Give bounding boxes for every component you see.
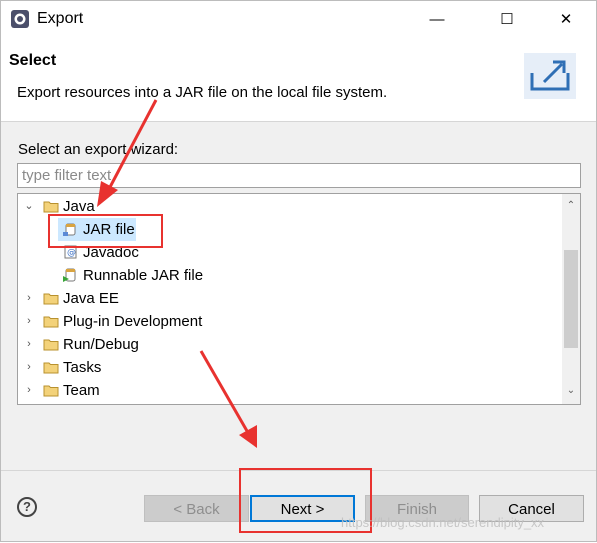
page-description: Export resources into a JAR file on the … bbox=[17, 84, 388, 101]
tree-item-team[interactable]: › Team bbox=[18, 379, 562, 402]
tree-item-java[interactable]: ⌄ Java bbox=[18, 195, 562, 218]
minimize-button[interactable]: — bbox=[414, 1, 460, 39]
chevron-right-icon[interactable]: › bbox=[23, 310, 35, 333]
folder-icon bbox=[43, 316, 59, 328]
eclipse-app-icon bbox=[11, 10, 29, 28]
scroll-up-arrow-icon[interactable]: ⌃ bbox=[562, 197, 580, 215]
window-title: Export bbox=[37, 10, 84, 27]
tree-item-label: Plug-in Development bbox=[63, 313, 203, 330]
folder-icon bbox=[43, 339, 59, 351]
tree-item-label: Team bbox=[63, 382, 100, 399]
page-title: Select bbox=[9, 52, 57, 69]
tree-item-label: JAR file bbox=[83, 221, 135, 238]
tree-item-label: Java bbox=[63, 198, 95, 215]
maximize-button[interactable]: ☐ bbox=[484, 1, 530, 39]
folder-icon bbox=[43, 362, 59, 374]
wizard-header: Select Export resources into a JAR file … bbox=[1, 39, 596, 122]
tree-item-label: Java EE bbox=[63, 290, 119, 307]
tree-item-jar-file[interactable]: JAR file bbox=[58, 218, 136, 241]
scrollbar-thumb[interactable] bbox=[564, 250, 578, 348]
chevron-right-icon[interactable]: › bbox=[23, 287, 35, 310]
folder-icon bbox=[43, 385, 59, 397]
filter-input[interactable] bbox=[17, 163, 581, 188]
tree-item-plug-in-development[interactable]: › Plug-in Development bbox=[18, 310, 562, 333]
annotation-arrowhead bbox=[239, 425, 257, 448]
folder-icon bbox=[43, 293, 59, 305]
chevron-right-icon[interactable]: › bbox=[23, 379, 35, 402]
chevron-down-icon[interactable]: ⌄ bbox=[23, 195, 35, 218]
next-button[interactable]: Next > bbox=[250, 495, 355, 522]
tree-item-run-debug[interactable]: › Run/Debug bbox=[18, 333, 562, 356]
wizard-tree: ⌄ Java JAR file @ Javadoc Runnable JAR f… bbox=[17, 193, 581, 405]
back-button[interactable]: < Back bbox=[144, 495, 249, 522]
jar-file-icon bbox=[63, 223, 76, 236]
tree-item-runnable-jar-file[interactable]: Runnable JAR file bbox=[58, 264, 238, 287]
watermark-text: https://blog.csdn.net/serendipity_xx bbox=[341, 515, 545, 530]
tree-item-label: Runnable JAR file bbox=[83, 267, 204, 284]
title-bar: Export — ☐ ✕ bbox=[1, 1, 596, 39]
tree-item-label: Javadoc bbox=[83, 244, 139, 261]
tree-item-javadoc[interactable]: @ Javadoc bbox=[58, 241, 178, 264]
scroll-down-arrow-icon[interactable]: ⌄ bbox=[562, 382, 580, 400]
footer-divider bbox=[1, 470, 596, 471]
tree-scrollbar[interactable]: ⌃ ⌄ bbox=[562, 194, 580, 404]
export-dialog: Export — ☐ ✕ Select Export resources int… bbox=[0, 0, 597, 542]
runnable-jar-icon bbox=[63, 268, 76, 282]
folder-icon bbox=[43, 201, 59, 213]
tree-item-java-ee[interactable]: › Java EE bbox=[18, 287, 562, 310]
chevron-right-icon[interactable]: › bbox=[23, 333, 35, 356]
export-banner-icon bbox=[524, 53, 576, 99]
svg-text:@: @ bbox=[67, 248, 76, 258]
help-icon[interactable]: ? bbox=[17, 497, 37, 517]
tree-item-label: Tasks bbox=[63, 359, 102, 376]
tree-item-label: Run/Debug bbox=[63, 336, 139, 353]
close-button[interactable]: ✕ bbox=[543, 1, 589, 39]
wizard-list-label: Select an export wizard: bbox=[18, 141, 179, 158]
javadoc-icon: @ bbox=[64, 245, 77, 259]
tree-item-tasks[interactable]: › Tasks bbox=[18, 356, 562, 379]
chevron-right-icon[interactable]: › bbox=[23, 356, 35, 379]
